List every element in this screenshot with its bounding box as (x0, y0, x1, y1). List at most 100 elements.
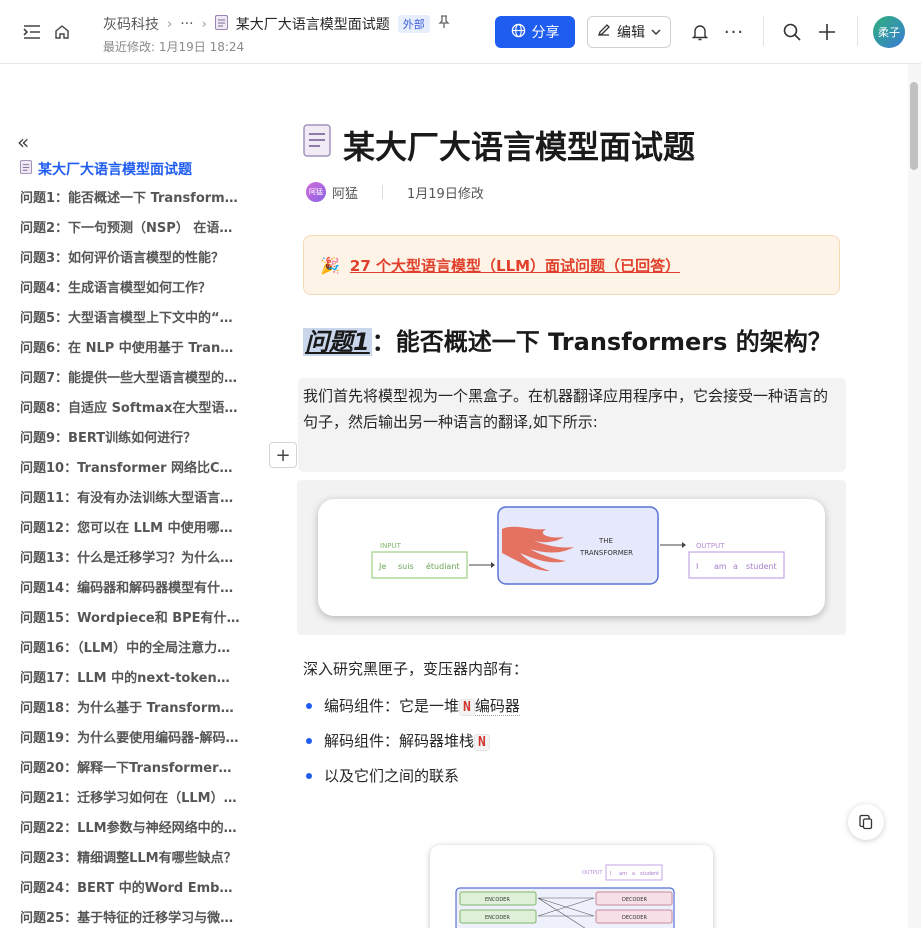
toc-item[interactable]: 问题24：BERT 中的Word Embedding？ (20, 874, 240, 904)
globe-icon (511, 23, 526, 42)
encoder-decoder-diagram[interactable]: OUTPUT I am a student ENCODER ENCODER DE… (430, 845, 713, 928)
external-tag: 外部 (397, 15, 430, 33)
inline-code: N (459, 699, 475, 716)
input-word: suis (398, 562, 414, 571)
diagram-input-label: INPUT (380, 542, 402, 550)
toc-item[interactable]: 问题1：能否概述一下 Transformers 的架构？ (20, 184, 240, 214)
transformer-diagram[interactable]: INPUT Je suis étudiant THE TRANSFORMER O… (297, 480, 846, 635)
bullet-dot (306, 737, 312, 744)
scrollbar[interactable] (908, 64, 921, 928)
list-item-text: 解码组件：解码器堆栈 (324, 732, 475, 750)
chevron-down-icon (651, 24, 661, 40)
copy-link-button[interactable] (848, 804, 884, 840)
toc-item[interactable]: 问题10：Transformer 网络比CNN和RNN有何优势？ (20, 454, 240, 484)
user-avatar[interactable]: 柔子 (873, 16, 905, 48)
output-word: I (696, 562, 698, 571)
add-icon[interactable] (817, 22, 837, 42)
toc-item[interactable]: 问题21：迁移学习如何在（LLM）中应用？ (20, 784, 240, 814)
toc-item[interactable]: 问题4：生成语言模型如何工作？ (20, 274, 240, 304)
callout-link[interactable]: 27 个大型语言模型（LLM）面试问题（已回答） (350, 255, 680, 276)
bell-icon[interactable] (690, 22, 710, 42)
decoder-label: DECODER (622, 915, 647, 921)
toc-item[interactable]: 问题7：能提供一些大型语言模型的例子吗？ (20, 364, 240, 394)
copy-icon (859, 814, 873, 830)
doc-icon (214, 14, 228, 34)
doc-meta: 阿猛 阿猛 1月19日修改 (306, 182, 484, 202)
toc-item[interactable]: 问题2：下一句预测（NSP） 在语言建模中是如何使用的？ (20, 214, 240, 244)
top-bar: 灰码科技 › ··· › 某大厂大语言模型面试题 外部 最近修改: 1月19日 … (0, 0, 921, 64)
share-button[interactable]: 分享 (495, 16, 575, 48)
insert-block-button[interactable]: + (269, 442, 297, 468)
last-modified: 最近修改: 1月19日 18:24 (103, 40, 245, 54)
author-avatar[interactable]: 阿猛 (306, 182, 326, 202)
toc-title[interactable]: 某大厂大语言模型面试题 (20, 159, 192, 179)
scrollbar-thumb[interactable] (910, 82, 918, 170)
toc-item[interactable]: 问题16：（LLM）中的全局注意力和局部注意力？ (20, 634, 240, 664)
toc-item[interactable]: 问题13：什么是迁移学习？为什么它很重要？ (20, 544, 240, 574)
output-word: student (746, 562, 777, 571)
toc-item[interactable]: 问题23：精细调整LLM有哪些缺点？ (20, 844, 240, 874)
chevron-right-icon: › (201, 16, 207, 32)
list-item-text: 编码器 (474, 697, 520, 716)
box-line2: TRANSFORMER (579, 549, 633, 557)
toc-list: 问题1：能否概述一下 Transformers 的架构？ 问题2：下一句预测（N… (20, 184, 240, 934)
toc-item[interactable]: 问题25：基于特征的迁移学习与微调？ (20, 904, 240, 934)
author-name[interactable]: 阿猛 (332, 183, 358, 202)
list-item-text: 以及它们之间的联系 (324, 767, 460, 785)
toc-item[interactable]: 问题14：编码器和解码器模型有什么区别？ (20, 574, 240, 604)
toc-item[interactable]: 问题15：Wordpiece和 BPE有什么区别？ (20, 604, 240, 634)
toc-item[interactable]: 问题20：解释一下Transformer中的位置编码？ (20, 754, 240, 784)
bullet-list: 编码组件：它是一堆 N 编码器 解码组件：解码器堆栈 N 以及它们之间的联系 (306, 688, 520, 793)
section-heading: 问题1：能否概述一下 Transformers 的架构？ (303, 322, 832, 357)
home-icon[interactable] (52, 22, 72, 42)
breadcrumb-org[interactable]: 灰码科技 (103, 14, 159, 34)
diagram-card: INPUT Je suis étudiant THE TRANSFORMER O… (318, 499, 825, 616)
doc-title-text: 某大厂大语言模型面试题 (343, 128, 696, 166)
output-word: student (640, 871, 659, 877)
divider (382, 185, 384, 199)
toc-item[interactable]: 问题9：BERT训练如何进行？ (20, 424, 240, 454)
edit-button[interactable]: 编辑 (587, 16, 671, 48)
output-word: a (632, 871, 635, 877)
toc-item[interactable]: 问题11：有没有办法训练大型语言模型？ (20, 484, 240, 514)
document-body: 某大厂大语言模型面试题 阿猛 阿猛 1月19日修改 🎉 27 个大型语言模型（L… (260, 64, 908, 928)
paragraph[interactable]: 我们首先将模型视为一个黑盒子。在机器翻译应用程序中，它会接受一种语言的句子，然后… (298, 378, 846, 472)
more-icon[interactable]: ··· (722, 22, 746, 43)
list-item: 解码组件：解码器堆栈 N (306, 723, 520, 758)
sidebar-toggle-icon[interactable] (22, 22, 42, 42)
toc-item[interactable]: 问题18：为什么基于 Transformer 的模型更好？ (20, 694, 240, 724)
breadcrumb: 灰码科技 › ··· › 某大厂大语言模型面试题 外部 (103, 14, 450, 34)
breadcrumb-ellipsis[interactable]: ··· (180, 16, 193, 32)
encoder-label: ENCODER (485, 897, 510, 903)
toc-title-label: 某大厂大语言模型面试题 (38, 162, 192, 178)
search-icon[interactable] (782, 22, 802, 42)
toc-item[interactable]: 问题3：如何评价语言模型的性能？ (20, 244, 240, 274)
bullet-dot (306, 702, 312, 709)
breadcrumb-doc-title[interactable]: 某大厂大语言模型面试题 (236, 14, 390, 34)
transformer-blackbox-svg: INPUT Je suis étudiant THE TRANSFORMER O… (371, 506, 785, 585)
output-word: am (714, 562, 727, 571)
toc-item[interactable]: 问题8：自适应 Softmax在大型语言模型中有何用处？ (20, 394, 240, 424)
toc-item[interactable]: 问题22：LLM参数与神经网络中的参数？ (20, 814, 240, 844)
collapse-toc-icon[interactable]: « (17, 130, 29, 154)
encoder-label: ENCODER (485, 915, 510, 921)
output-word: am (619, 871, 627, 877)
toc-item[interactable]: 问题6：在 NLP 中使用基于 Transformer 的模型有哪些优势？ (20, 334, 240, 364)
doc-icon (303, 124, 333, 166)
callout-box: 🎉 27 个大型语言模型（LLM）面试问题（已回答） (303, 235, 840, 295)
toc-item[interactable]: 问题12：您可以在 LLM 中使用哪些技术？ (20, 514, 240, 544)
party-popper-icon: 🎉 (320, 255, 340, 275)
toc-item[interactable]: 问题19：为什么要使用编码器-解码器架构？ (20, 724, 240, 754)
pencil-icon (597, 23, 611, 41)
doc-title: 某大厂大语言模型面试题 (303, 122, 695, 168)
pin-icon[interactable] (438, 15, 450, 33)
input-word: Je (378, 562, 386, 571)
edit-label: 编辑 (617, 25, 645, 41)
divider (857, 16, 858, 46)
toc-item[interactable]: 问题5：大型语言模型上下文中的“提示”是什么？ (20, 304, 240, 334)
subheading-text: 深入研究黑匣子，变压器内部有： (303, 660, 529, 678)
toc-item[interactable]: 问题17：LLM 中的next-token预测是如何工作的？ (20, 664, 240, 694)
box-line1: THE (598, 537, 613, 545)
chevron-right-icon: › (167, 16, 173, 32)
encoder-decoder-svg: OUTPUT I am a student ENCODER ENCODER DE… (455, 864, 675, 928)
